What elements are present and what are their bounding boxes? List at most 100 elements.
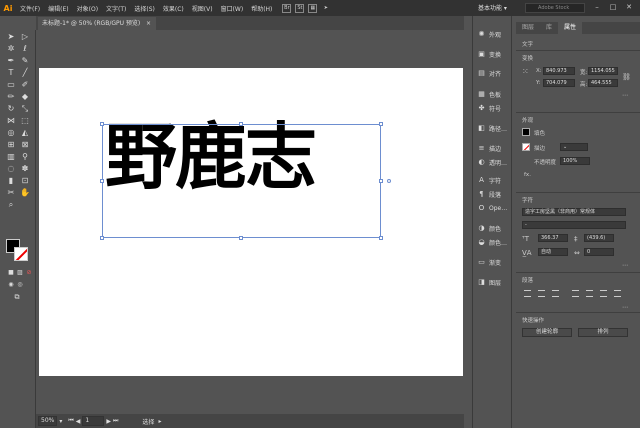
blend-tool-icon[interactable]: ◌	[6, 164, 16, 174]
dock-opentype[interactable]: O Ope…	[477, 202, 513, 214]
justify-center-icon[interactable]	[586, 290, 593, 297]
resize-handle[interactable]	[379, 122, 383, 126]
pen-tool-icon[interactable]: ✒	[6, 56, 16, 66]
perspective-grid-tool-icon[interactable]: ⊞	[6, 140, 16, 150]
shape-builder-tool-icon[interactable]: ◎	[6, 128, 16, 138]
direct-selection-tool-icon[interactable]: ▷	[20, 32, 30, 42]
text-thread-handle[interactable]	[387, 179, 391, 183]
menu-select[interactable]: 选择(S)	[130, 4, 159, 13]
menu-object[interactable]: 对象(O)	[73, 4, 102, 13]
status-menu-icon[interactable]: ▸	[158, 418, 161, 425]
close-window-icon[interactable]: ✕	[624, 3, 634, 11]
tab-properties[interactable]: 属性	[558, 22, 583, 34]
zoom-tool-icon[interactable]: ⌕	[6, 200, 16, 210]
dock-color-guide[interactable]: ◒ 颜色…	[477, 236, 513, 248]
tab-libraries[interactable]: 库	[540, 22, 558, 34]
slice-tool-icon[interactable]: ✂	[6, 188, 16, 198]
minimize-icon[interactable]: –	[592, 3, 602, 11]
font-family-dropdown[interactable]: 造字工房坚黑（非商用）常规体	[522, 208, 626, 216]
document-tab[interactable]: 未标题-1* @ 50% (RGB/GPU 预览) ×	[38, 17, 156, 30]
free-transform-tool-icon[interactable]: ⬚	[20, 116, 30, 126]
stroke-swatch[interactable]	[522, 143, 530, 151]
tracking-field[interactable]: 0	[584, 248, 614, 256]
dock-symbols[interactable]: ✤ 符号	[477, 102, 513, 114]
workspace-switcher[interactable]: 基本功能 ▾	[478, 3, 518, 13]
grid-layout-icon[interactable]: ▦	[308, 3, 318, 13]
dock-paragraph[interactable]: ¶ 段落	[477, 188, 513, 200]
draw-behind-icon[interactable]: ◎	[15, 280, 25, 290]
arrange-button[interactable]: 排列	[578, 328, 628, 337]
x-field[interactable]: 840.973	[543, 67, 575, 75]
shaper-tool-icon[interactable]: ✏	[6, 92, 16, 102]
zoom-dropdown-icon[interactable]: ▾	[59, 418, 62, 425]
menu-file[interactable]: 文件(F)	[16, 4, 44, 13]
menu-type[interactable]: 文字(T)	[102, 4, 130, 13]
menu-effect[interactable]: 效果(C)	[159, 4, 188, 13]
mesh-tool-icon[interactable]: ⊠	[20, 140, 30, 150]
height-field[interactable]: 464.555	[588, 79, 618, 87]
dock-character[interactable]: A 字符	[477, 174, 513, 186]
menu-view[interactable]: 视图(V)	[188, 4, 217, 13]
resize-handle[interactable]	[379, 236, 383, 240]
artboard[interactable]: 野鹿志	[39, 68, 463, 376]
more-options-icon[interactable]: ⋯	[622, 92, 628, 99]
paragraph-more-icon[interactable]: ⋯	[622, 304, 628, 311]
menu-edit[interactable]: 编辑(E)	[44, 4, 72, 13]
dock-stroke[interactable]: ≡ 描边	[477, 142, 513, 154]
eyedropper-tool-icon[interactable]: ⚲	[20, 152, 30, 162]
eraser-tool-icon[interactable]: ◆	[20, 92, 30, 102]
dock-swatches[interactable]: ▦ 色板	[477, 88, 513, 100]
justify-all-icon[interactable]	[614, 290, 621, 297]
none-mode-icon[interactable]: ⊘	[24, 268, 34, 278]
dock-appearance[interactable]: ✺ 外观	[477, 28, 513, 40]
font-size-field[interactable]: 366.37	[538, 234, 568, 242]
magic-wand-tool-icon[interactable]: ✲	[6, 44, 16, 54]
character-more-icon[interactable]: ⋯	[622, 262, 628, 269]
dock-layers[interactable]: ◨ 图层	[477, 276, 513, 288]
artboard-number-field[interactable]: 1	[82, 416, 105, 426]
dock-transform[interactable]: ▣ 变换	[477, 48, 513, 60]
rotate-tool-icon[interactable]: ↻	[6, 104, 16, 114]
resize-handle[interactable]	[379, 179, 383, 183]
reference-point-icon[interactable]: ⁙	[522, 67, 529, 76]
next-artboard-icon[interactable]: ▶	[106, 418, 111, 425]
selection-bounding-box[interactable]	[102, 124, 381, 238]
canvas-area[interactable]: 野鹿志	[36, 30, 464, 414]
justify-right-icon[interactable]	[600, 290, 607, 297]
resize-handle[interactable]	[239, 122, 243, 126]
create-outlines-button[interactable]: 创建轮廓	[522, 328, 572, 337]
align-right-icon[interactable]	[552, 290, 559, 297]
constrain-proportions-icon[interactable]: ⛓	[622, 73, 631, 81]
menu-window[interactable]: 窗口(W)	[217, 4, 248, 13]
first-artboard-icon[interactable]: ⏮	[68, 417, 73, 425]
dock-transparency[interactable]: ◐ 透明…	[477, 156, 513, 168]
resize-handle[interactable]	[100, 236, 104, 240]
dock-pathfinder[interactable]: ◧ 路径…	[477, 122, 513, 134]
justify-left-icon[interactable]	[572, 290, 579, 297]
dock-color[interactable]: ◑ 颜色	[477, 222, 513, 234]
send-icon[interactable]: ➤	[321, 4, 330, 13]
y-field[interactable]: 704.079	[543, 79, 575, 87]
lasso-tool-icon[interactable]: ℓ	[20, 44, 30, 54]
resize-handle[interactable]	[239, 236, 243, 240]
last-artboard-icon[interactable]: ⏭	[113, 417, 118, 425]
scale-tool-icon[interactable]: ⤡	[20, 104, 30, 114]
opacity-field[interactable]: 100%	[560, 157, 590, 165]
menu-help[interactable]: 帮助(H)	[247, 4, 276, 13]
selection-tool-icon[interactable]: ➤	[6, 32, 16, 42]
align-center-icon[interactable]	[538, 290, 545, 297]
bridge-icon[interactable]: Br	[282, 3, 292, 13]
dock-align[interactable]: ▤ 对齐	[477, 67, 513, 79]
width-field[interactable]: 1154.055	[588, 67, 618, 75]
artboard-tool-icon[interactable]: ⊡	[20, 176, 30, 186]
screen-mode-icon[interactable]: ⧉	[12, 292, 22, 302]
paintbrush-tool-icon[interactable]: ✐	[20, 80, 30, 90]
type-tool-icon[interactable]: T	[6, 68, 16, 78]
resize-handle[interactable]	[100, 179, 104, 183]
prev-artboard-icon[interactable]: ◀	[76, 418, 81, 425]
effects-fx-icon[interactable]: fx.	[524, 172, 531, 178]
tab-layers[interactable]: 图层	[516, 22, 540, 34]
stock-search-input[interactable]: Adobe Stock	[525, 3, 585, 13]
hand-tool-icon[interactable]: ✋	[20, 188, 30, 198]
font-style-dropdown[interactable]: -	[522, 221, 626, 229]
